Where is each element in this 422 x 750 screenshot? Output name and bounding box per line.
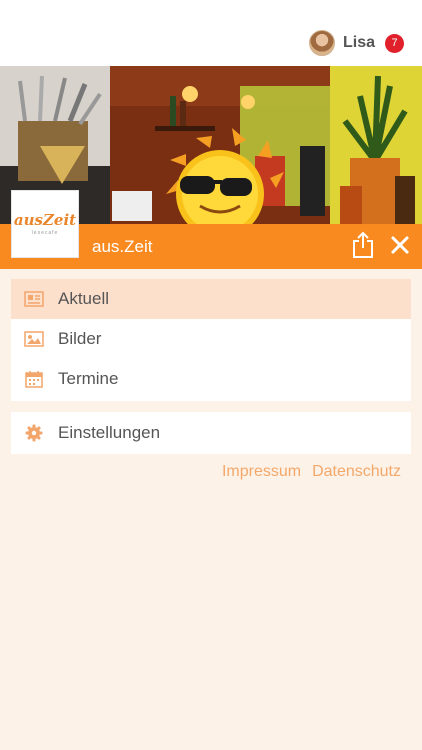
gear-icon bbox=[24, 423, 44, 443]
logo-subtitle: lesecafe bbox=[31, 229, 59, 236]
menu-item-termine[interactable]: Termine bbox=[11, 359, 411, 399]
image-icon bbox=[24, 329, 44, 349]
close-icon[interactable] bbox=[388, 233, 412, 257]
menu-label-einstellungen: Einstellungen bbox=[58, 423, 161, 442]
logo-wordmark: ausZeit bbox=[13, 210, 77, 229]
main-menu: Aktuell Bilder Termine bbox=[11, 279, 411, 401]
user-name[interactable]: Lisa bbox=[343, 34, 375, 52]
share-button[interactable] bbox=[350, 231, 376, 259]
close-button[interactable] bbox=[388, 233, 412, 257]
avatar[interactable] bbox=[308, 30, 335, 56]
top-bar: Lisa 7 bbox=[0, 0, 422, 66]
menu-label-aktuell: Aktuell bbox=[58, 289, 110, 308]
notification-badge[interactable]: 7 bbox=[385, 33, 404, 53]
share-icon[interactable] bbox=[350, 231, 376, 259]
menu-item-einstellungen[interactable]: Einstellungen bbox=[11, 412, 411, 454]
newspaper-icon bbox=[24, 289, 44, 309]
menu-item-bilder[interactable]: Bilder bbox=[11, 319, 411, 359]
menu-label-bilder: Bilder bbox=[58, 329, 102, 348]
datenschutz-link[interactable]: Datenschutz bbox=[312, 463, 401, 481]
menu-label-termine: Termine bbox=[58, 369, 119, 388]
venue-logo: ausZeit lesecafe bbox=[11, 190, 79, 258]
impressum-link[interactable]: Impressum bbox=[222, 463, 301, 481]
calendar-icon bbox=[24, 369, 44, 389]
footer-links: Impressum Datenschutz bbox=[222, 463, 401, 481]
menu-item-aktuell[interactable]: Aktuell bbox=[11, 279, 411, 319]
venue-title: aus.Zeit bbox=[92, 237, 153, 256]
user-profile[interactable]: Lisa 7 bbox=[308, 28, 404, 58]
settings-menu: Einstellungen bbox=[11, 412, 411, 454]
